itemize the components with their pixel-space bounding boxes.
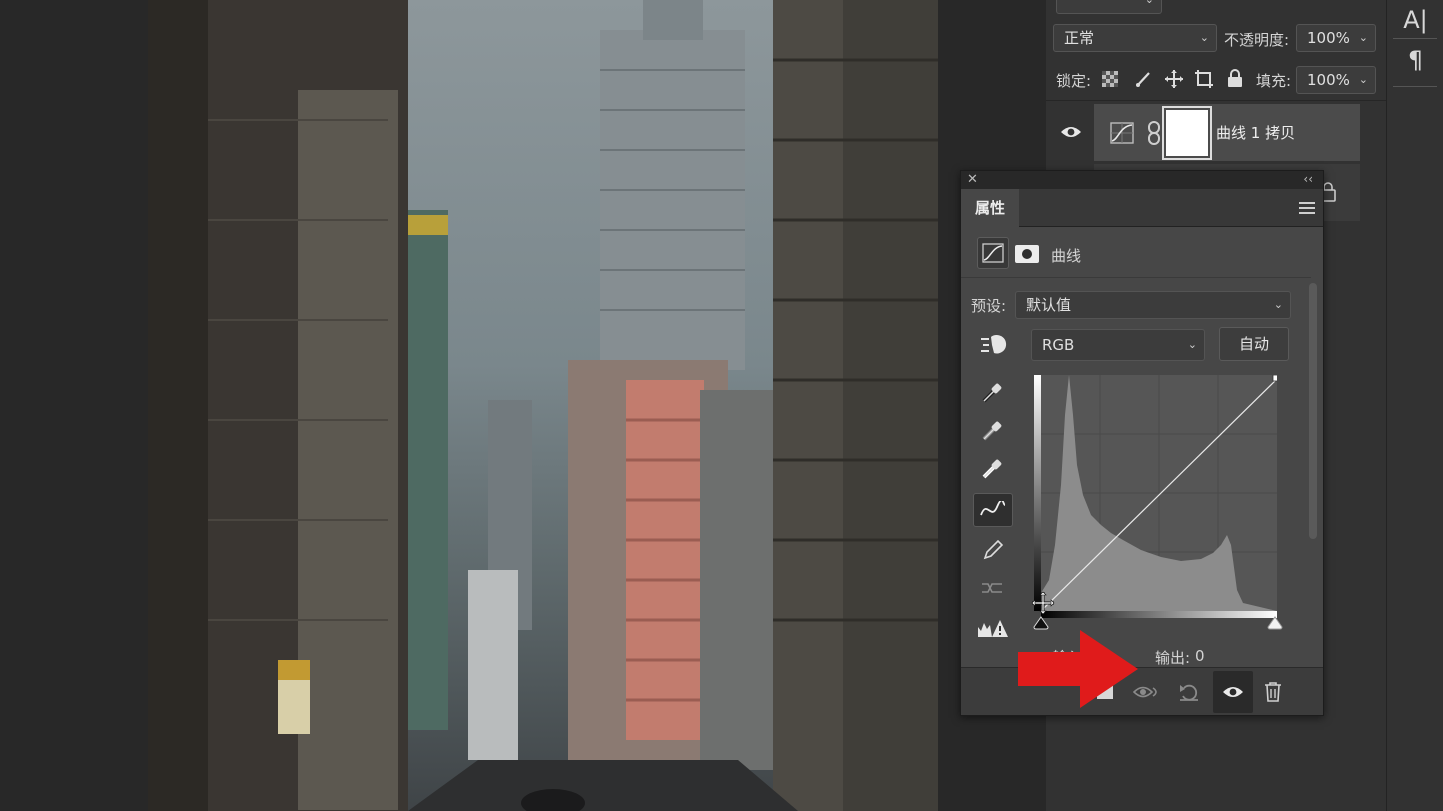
tab-properties[interactable]: 属性 (961, 189, 1019, 227)
opacity-value: 100% (1307, 29, 1350, 47)
lock-paint-icon[interactable] (1134, 69, 1154, 89)
strip-divider (1393, 86, 1437, 87)
preset-label: 预设: (971, 297, 1007, 315)
chevron-down-icon: ⌄ (1358, 73, 1368, 86)
smooth-curve-tool (973, 571, 1013, 605)
filter-icons (1182, 0, 1372, 8)
output-value: 0 (1195, 647, 1205, 665)
layer-row-curves-copy[interactable]: 曲线 1 拷贝 (1094, 104, 1360, 161)
fill-value: 100% (1307, 71, 1350, 89)
curve-edit-icon (980, 501, 1006, 516)
on-image-adjust-icon[interactable] (979, 331, 1009, 359)
properties-body: 曲线 预设: 默认值 ⌄ RGB ⌄ 自动 输出: 0 (961, 227, 1323, 667)
annotation-arrow (1018, 630, 1138, 708)
preset-select[interactable]: 默认值 ⌄ (1015, 291, 1291, 319)
pencil-icon (983, 539, 1004, 560)
curves-mode-button[interactable] (977, 237, 1009, 269)
delete-button[interactable] (1259, 678, 1287, 706)
pencil-tool[interactable] (973, 533, 1013, 567)
strip-divider (1393, 38, 1437, 39)
document-canvas[interactable] (0, 0, 1046, 811)
panel-menu-icon[interactable] (1299, 201, 1315, 215)
visibility-eye-icon[interactable] (1060, 124, 1082, 140)
blend-mode-select[interactable]: 正常 ⌄ (1053, 24, 1217, 52)
curve-point-white (1272, 374, 1280, 382)
opacity-input[interactable]: 100% ⌄ (1296, 24, 1376, 52)
eye-icon (1223, 687, 1243, 697)
fill-label: 填充: (1256, 72, 1292, 90)
collapse-icon[interactable]: ‹‹ (1303, 171, 1313, 187)
white-point-eyedropper[interactable] (973, 451, 1013, 485)
close-icon[interactable]: ✕ (967, 171, 978, 189)
curves-graph[interactable] (1040, 374, 1280, 612)
chevron-down-icon: ⌄ (1273, 298, 1283, 311)
white-gradient-bar (1034, 375, 1041, 611)
lock-transparent-icon[interactable] (1102, 71, 1118, 87)
properties-footer (961, 667, 1323, 715)
histogram-and-curve[interactable] (1040, 374, 1280, 612)
reset-icon (1180, 684, 1198, 701)
opacity-label: 不透明度: (1224, 31, 1290, 49)
eyedropper-black-icon (982, 383, 1002, 403)
lock-position-icon[interactable] (1164, 69, 1184, 89)
properties-panel: ✕ ‹‹ 属性 曲线 预设: 默认值 ⌄ RGB ⌄ 自动 输出: 0 (960, 170, 1324, 716)
panel-title-bar[interactable]: ✕ ‹‹ (961, 171, 1323, 189)
panel-tab-bar: 属性 (961, 189, 1323, 227)
fill-input[interactable]: 100% ⌄ (1296, 66, 1376, 94)
clipping-warning-icon (978, 620, 1008, 637)
header-divider (961, 277, 1311, 278)
adjustment-title: 曲线 (1051, 247, 1082, 265)
lock-all-icon[interactable] (1226, 68, 1244, 88)
trash-icon (1265, 682, 1281, 702)
reset-button[interactable] (1175, 678, 1203, 706)
lock-artboard-icon[interactable] (1194, 69, 1214, 89)
layer-mask-thumbnail[interactable] (1162, 106, 1212, 160)
curves-adjustment-icon (1110, 122, 1134, 144)
panel-divider (1046, 100, 1386, 101)
toggle-visibility-button[interactable] (1213, 671, 1253, 713)
mask-mode-button[interactable] (1015, 245, 1039, 263)
street-photo (148, 0, 938, 811)
properties-scrollbar[interactable] (1309, 283, 1317, 539)
chain-link-icon[interactable] (1146, 120, 1162, 146)
lock-label: 锁定: (1056, 72, 1092, 90)
mask-circle-icon (1022, 249, 1032, 259)
auto-button[interactable]: 自动 (1219, 327, 1289, 361)
annotation-arrow-shape (1018, 630, 1138, 708)
curves-adjustment-icon (982, 243, 1004, 263)
white-input-slider[interactable] (1267, 616, 1283, 630)
channel-value: RGB (1042, 336, 1075, 354)
black-gradient-bar (1041, 611, 1277, 618)
paragraph-panel-icon[interactable]: ¶ (1387, 46, 1443, 74)
black-point-eyedropper[interactable] (973, 375, 1013, 409)
clipping-warning-tool[interactable] (973, 611, 1013, 645)
output-label: 输出: (1155, 649, 1191, 667)
panel-dock-strip: A| ¶ (1386, 0, 1443, 811)
move-cursor-icon (1031, 591, 1055, 615)
channel-select[interactable]: RGB ⌄ (1031, 329, 1205, 361)
eyedropper-white-icon (982, 459, 1002, 479)
smooth-icon (982, 583, 1002, 593)
curve-point-tool[interactable] (973, 493, 1013, 527)
eyedropper-gray-icon (982, 421, 1002, 441)
layer-name: 曲线 1 拷贝 (1216, 124, 1296, 142)
blend-mode-value: 正常 (1064, 29, 1095, 47)
chevron-down-icon: ⌄ (1187, 338, 1197, 351)
layer-kind-filter[interactable]: ⌄ (1056, 0, 1162, 14)
gray-point-eyedropper[interactable] (973, 413, 1013, 447)
chevron-down-icon: ⌄ (1358, 31, 1368, 44)
character-panel-icon[interactable]: A| (1387, 6, 1443, 34)
chevron-down-icon: ⌄ (1199, 31, 1209, 44)
black-input-slider[interactable] (1033, 616, 1049, 630)
preset-value: 默认值 (1026, 296, 1072, 314)
